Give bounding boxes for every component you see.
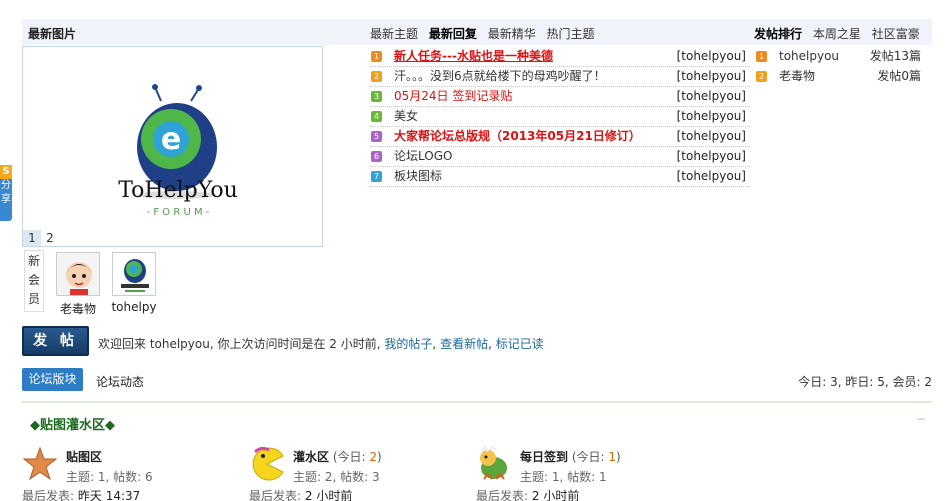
separator: , <box>432 337 437 351</box>
thread-title-link[interactable]: 美女 <box>394 107 418 126</box>
tab-weekly-star[interactable]: 本周之星 <box>813 27 861 41</box>
new-members-label: 新会员 <box>24 250 44 312</box>
tab-latest-digest[interactable]: 最新精华 <box>488 27 536 41</box>
board-name-link[interactable]: 每日签到 (今日: 1) <box>520 448 621 465</box>
tab-post-ranking[interactable]: 发帖排行 <box>754 27 802 41</box>
rank-user-link[interactable]: tohelpyou <box>779 47 839 66</box>
list-item[interactable]: 7 板块图标 [tohelpyou] <box>370 167 750 187</box>
thread-author-link[interactable]: [tohelpyou] <box>677 167 746 186</box>
rank-post-count: 发帖13篇 <box>869 49 921 63</box>
list-item[interactable]: 5 大家帮论坛总版规（2013年05月21日修订） [tohelpyou] <box>370 127 750 147</box>
last-post-link[interactable]: 昨天 14:37 <box>78 489 140 501</box>
share-label: 分享 <box>1 180 11 205</box>
rank-number-badge: 1 <box>756 51 767 62</box>
avatar[interactable] <box>56 252 100 296</box>
slideshow-pager: 1 2 <box>23 230 59 246</box>
list-item[interactable]: 6 论坛LOGO [tohelpyou] <box>370 147 750 167</box>
section-title[interactable]: ◆贴图灌水区◆ <box>30 414 115 433</box>
list-item[interactable]: 2 汗。。。没到6点就给楼下的母鸡吵醒了！ [tohelpyou] <box>370 67 750 87</box>
thread-title-link[interactable]: 05月24日 签到记录贴 <box>394 87 512 106</box>
list-item[interactable]: 2 老毒物 发帖0篇 <box>755 67 927 87</box>
thread-author-link[interactable]: [tohelpyou] <box>677 87 746 106</box>
rank-post-count: 发帖0篇 <box>877 69 921 83</box>
board-last-post: 最后发表: 2 小时前 <box>249 489 353 501</box>
svg-text:ToHelpYou: ToHelpYou <box>118 178 238 203</box>
collapse-icon[interactable]: − <box>916 412 926 426</box>
welcome-text: 欢迎回来 tohelpyou, 你上次访问时间是在 2 小时前, <box>98 337 381 351</box>
list-item[interactable]: 3 05月24日 签到记录贴 [tohelpyou] <box>370 87 750 107</box>
starfish-icon[interactable] <box>22 446 58 482</box>
list-item[interactable]: 4 美女 [tohelpyou] <box>370 107 750 127</box>
rank-number-badge: 4 <box>371 111 382 122</box>
thread-author-link[interactable]: [tohelpyou] <box>677 67 746 86</box>
tab-rich-members[interactable]: 社区富豪 <box>872 27 920 41</box>
tab-hot-topics[interactable]: 热门主题 <box>547 27 595 41</box>
latest-pictures-title: 最新图片 <box>28 27 77 41</box>
rank-number-badge: 2 <box>371 71 382 82</box>
board-last-post: 最后发表: 昨天 14:37 <box>22 489 141 501</box>
board-meta: 主题: 1, 帖数: 6 <box>66 470 153 484</box>
tab-latest-topics[interactable]: 最新主题 <box>370 27 418 41</box>
pacman-icon[interactable] <box>249 446 285 482</box>
rank-number-badge: 1 <box>371 51 382 62</box>
latest-replies-list: 1 新人任务---水贴也是一种美德 [tohelpyou] 2 汗。。。没到6点… <box>370 47 750 187</box>
board-name-link[interactable]: 灌水区 (今日: 2) <box>293 448 382 465</box>
list-item[interactable]: 1 tohelpyou 发帖13篇 <box>755 47 927 67</box>
thread-title-link[interactable]: 板块图标 <box>394 167 442 186</box>
forum-logo-image[interactable]: e ToHelpYou - F O R U M - <box>113 83 243 223</box>
thread-title-link[interactable]: 大家帮论坛总版规（2013年05月21日修订） <box>394 127 641 146</box>
rank-number-badge: 3 <box>371 91 382 102</box>
separator: , <box>488 337 492 351</box>
thread-author-link[interactable]: [tohelpyou] <box>677 147 746 166</box>
rank-number-badge: 6 <box>371 151 382 162</box>
mark-read-link[interactable]: 标记已读 <box>496 337 544 351</box>
tab-forum-boards[interactable]: 论坛版块 <box>22 368 83 391</box>
last-post-link[interactable]: 2 小时前 <box>532 489 579 501</box>
welcome-message: 欢迎回来 tohelpyou, 你上次访问时间是在 2 小时前, 我的帖子, 查… <box>98 335 544 352</box>
list-item[interactable]: 1 新人任务---水贴也是一种美德 [tohelpyou] <box>370 47 750 67</box>
board-meta: 主题: 2, 帖数: 3 <box>293 470 380 484</box>
page-1-button[interactable]: 1 <box>23 230 41 246</box>
rank-number-badge: 7 <box>371 171 382 182</box>
rank-number-badge: 5 <box>371 131 382 142</box>
tab-forum-activity[interactable]: 论坛动态 <box>96 373 144 390</box>
member-name[interactable]: 老毒物 <box>54 300 102 317</box>
my-posts-link[interactable]: 我的帖子 <box>384 337 432 351</box>
thread-title-link[interactable]: 新人任务---水贴也是一种美德 <box>394 47 553 66</box>
thread-tabs: 最新主题 最新回复 最新精华 热门主题 <box>370 25 602 42</box>
latest-picture-slideshow[interactable]: e ToHelpYou - F O R U M - 1 2 <box>22 46 323 247</box>
thread-title-link[interactable]: 汗。。。没到6点就给楼下的母鸡吵醒了！ <box>394 67 606 86</box>
view-new-posts-link[interactable]: 查看新帖 <box>440 337 488 351</box>
share-side-tab[interactable]: S 分享 <box>0 165 12 221</box>
board-name-link[interactable]: 贴图区 <box>66 448 102 465</box>
svg-text:- F O R U M -: - F O R U M - <box>147 207 210 218</box>
member-card[interactable]: tohelpy <box>110 252 158 314</box>
rank-user-link[interactable]: 老毒物 <box>779 67 815 86</box>
thread-author-link[interactable]: [tohelpyou] <box>677 47 746 66</box>
portal-header-bar: 最新图片 最新主题 最新回复 最新精华 热门主题 发帖排行 本周之星 社区富豪 <box>22 19 932 45</box>
thread-title-link[interactable]: 论坛LOGO <box>394 147 452 166</box>
svg-text:e: e <box>161 122 181 157</box>
member-card[interactable]: 老毒物 <box>54 252 102 317</box>
rank-tabs: 发帖排行 本周之星 社区富豪 <box>754 25 927 42</box>
last-post-link[interactable]: 2 小时前 <box>305 489 352 501</box>
rank-number-badge: 2 <box>756 71 767 82</box>
cartoon-boy-avatar-icon <box>57 253 99 295</box>
board-last-post: 最后发表: 2 小时前 <box>476 489 580 501</box>
avatar[interactable] <box>112 252 156 296</box>
section-divider <box>22 401 932 403</box>
page-2-button[interactable]: 2 <box>41 230 59 246</box>
thread-author-link[interactable]: [tohelpyou] <box>677 107 746 126</box>
new-post-button[interactable]: 发 帖 <box>22 326 89 356</box>
forum-stats: 今日: 3, 昨日: 5, 会员: 2 <box>798 375 932 389</box>
bowser-icon[interactable] <box>476 446 512 482</box>
board-meta: 主题: 1, 帖数: 1 <box>520 470 607 484</box>
tab-latest-replies[interactable]: 最新回复 <box>429 27 477 41</box>
thread-author-link[interactable]: [tohelpyou] <box>677 127 746 146</box>
post-ranking-list: 1 tohelpyou 发帖13篇 2 老毒物 发帖0篇 <box>755 47 927 87</box>
member-name[interactable]: tohelpy <box>110 300 158 314</box>
share-badge: S <box>0 165 12 179</box>
forum-logo-avatar-icon <box>113 253 155 295</box>
